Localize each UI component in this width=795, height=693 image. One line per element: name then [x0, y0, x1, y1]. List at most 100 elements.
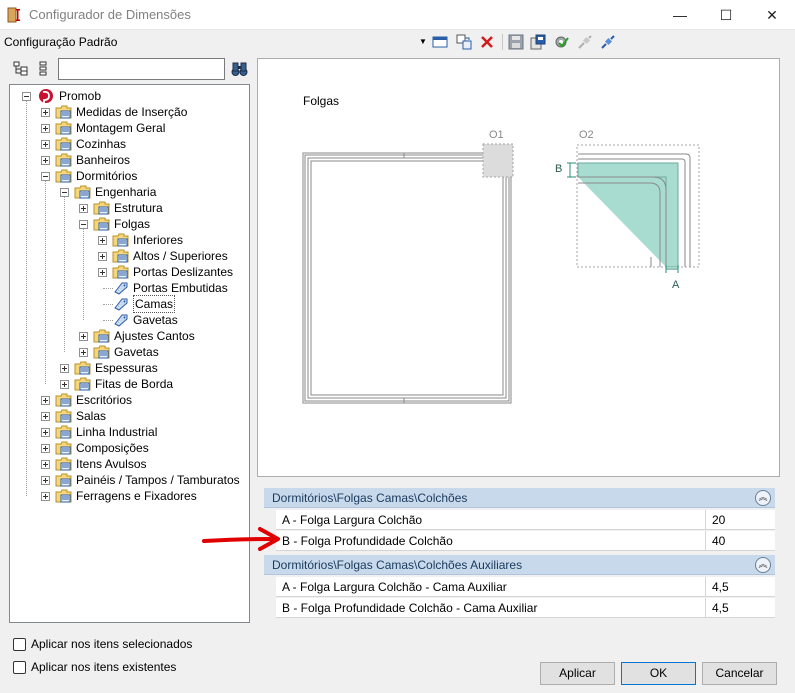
folder-icon	[55, 489, 72, 503]
tree-item-label: Fitas de Borda	[95, 377, 174, 391]
export-icon[interactable]	[530, 34, 546, 50]
expand-toggle-icon[interactable]	[41, 396, 50, 405]
minimize-button[interactable]: —	[657, 0, 703, 30]
tree-item-label: Camas	[133, 295, 176, 313]
expand-toggle-icon[interactable]	[98, 268, 107, 277]
collapse-section-icon[interactable]: ︽	[755, 490, 771, 506]
expand-toggle-icon[interactable]	[41, 108, 50, 117]
clearance-diagram	[302, 143, 700, 404]
property-value-input[interactable]: 20	[705, 510, 775, 530]
section-header-colchoes-auxiliares[interactable]: Dormitórios\Folgas Camas\Colchões Auxili…	[264, 555, 775, 575]
folder-icon	[74, 377, 91, 391]
folder-icon	[112, 265, 129, 279]
expand-toggle-icon[interactable]	[60, 364, 69, 373]
folder-icon	[55, 105, 72, 119]
tree-item-label: Ferragens e Fixadores	[76, 489, 197, 503]
expand-toggle-icon[interactable]	[41, 428, 50, 437]
folder-icon	[74, 361, 91, 375]
folder-icon	[55, 137, 72, 151]
tree-item-label: Dormitórios	[76, 169, 138, 183]
disconnect-icon[interactable]	[600, 34, 616, 50]
expand-toggle-icon[interactable]	[41, 444, 50, 453]
folder-icon	[93, 345, 110, 359]
expand-toggle-icon[interactable]	[41, 156, 50, 165]
tag-icon	[114, 314, 128, 327]
settings-icon[interactable]	[553, 34, 569, 50]
configuration-select[interactable]: Configuração Padrão	[4, 35, 117, 49]
apply-existing-checkbox[interactable]	[13, 661, 26, 674]
close-button[interactable]: ✕	[749, 0, 795, 30]
preview-panel: Folgas O1 O2 B A	[257, 58, 780, 477]
tree-root-label: Promob	[59, 89, 102, 103]
tree-item-label: Estrutura	[114, 201, 163, 215]
dropdown-arrow-icon[interactable]: ▼	[419, 37, 427, 46]
tag-icon	[114, 282, 128, 295]
tree-connector	[26, 100, 27, 496]
property-row[interactable]: A - Folga Largura Colchão 20	[276, 510, 775, 530]
expand-toggle-icon[interactable]	[98, 252, 107, 261]
expand-toggle-icon[interactable]	[41, 412, 50, 421]
property-value-input[interactable]: 4,5	[705, 577, 775, 597]
tree-connector	[83, 228, 84, 320]
expand-tree-icon[interactable]	[13, 61, 29, 77]
ok-button[interactable]: OK	[621, 662, 696, 685]
binoculars-icon[interactable]	[231, 61, 248, 77]
collapse-section-icon[interactable]: ︽	[755, 557, 771, 573]
expand-toggle-icon[interactable]	[41, 460, 50, 469]
apply-button[interactable]: Aplicar	[540, 662, 615, 685]
collapse-toggle-icon[interactable]	[79, 220, 88, 229]
expand-toggle-icon[interactable]	[79, 348, 88, 357]
folder-icon	[55, 121, 72, 135]
property-name: B - Folga Profundidade Colchão - Cama Au…	[282, 601, 538, 615]
delete-icon[interactable]	[479, 34, 495, 50]
tree-item-label: Gavetas	[133, 313, 178, 327]
expand-toggle-icon[interactable]	[41, 124, 50, 133]
tree-item-label: Escritórios	[76, 393, 133, 407]
property-row[interactable]: B - Folga Profundidade Colchão 40	[276, 531, 775, 551]
connect-icon[interactable]	[577, 34, 593, 50]
collapse-toggle-icon[interactable]	[60, 188, 69, 197]
section-header-colchoes[interactable]: Dormitórios\Folgas Camas\Colchões ︽	[264, 488, 775, 508]
property-value-input[interactable]: 40	[705, 531, 775, 551]
folder-icon	[55, 393, 72, 407]
apply-selected-checkbox[interactable]	[13, 638, 26, 651]
expand-toggle-icon[interactable]	[41, 140, 50, 149]
collapse-toggle-icon[interactable]	[22, 92, 31, 101]
tree-item-label: Gavetas	[114, 345, 159, 359]
search-input[interactable]	[58, 58, 225, 80]
folder-icon	[55, 169, 72, 183]
add-config-icon[interactable]	[456, 34, 472, 50]
folder-icon	[93, 217, 110, 231]
property-row[interactable]: A - Folga Largura Colchão - Cama Auxilia…	[276, 577, 775, 597]
tree-item-label: Ajustes Cantos	[114, 329, 195, 343]
property-name: B - Folga Profundidade Colchão	[282, 534, 453, 548]
tree-item-label: Portas Embutidas	[133, 281, 228, 295]
cancel-button[interactable]: Cancelar	[702, 662, 777, 685]
detail1-label: O1	[489, 129, 504, 141]
tree-item-label: Linha Industrial	[76, 425, 158, 439]
tree-item-label: Altos / Superiores	[133, 249, 228, 263]
expand-toggle-icon[interactable]	[60, 380, 69, 389]
app-icon	[7, 7, 20, 23]
tag-icon	[114, 298, 128, 311]
expand-toggle-icon[interactable]	[79, 204, 88, 213]
tree-item-label: Folgas	[114, 217, 151, 231]
tree-item-label: Montagem Geral	[76, 121, 166, 135]
title-bar: Configurador de Dimensões — ☐ ✕	[0, 0, 795, 30]
save-icon[interactable]	[508, 34, 524, 50]
property-row[interactable]: B - Folga Profundidade Colchão - Cama Au…	[276, 598, 775, 618]
expand-toggle-icon[interactable]	[79, 332, 88, 341]
dimension-a-label: A	[672, 279, 680, 291]
collapse-tree-icon[interactable]	[36, 61, 52, 77]
collapse-toggle-icon[interactable]	[41, 172, 50, 181]
expand-toggle-icon[interactable]	[41, 476, 50, 485]
apply-selected-label: Aplicar nos itens selecionados	[31, 637, 193, 651]
property-value-input[interactable]: 4,5	[705, 598, 775, 618]
apply-existing-label: Aplicar nos itens existentes	[31, 660, 177, 674]
folder-icon	[74, 185, 91, 199]
expand-toggle-icon[interactable]	[98, 236, 107, 245]
expand-toggle-icon[interactable]	[41, 492, 50, 501]
window-icon[interactable]	[432, 34, 448, 50]
tree-item-label: Medidas de Inserção	[76, 105, 188, 119]
maximize-button[interactable]: ☐	[703, 0, 749, 30]
